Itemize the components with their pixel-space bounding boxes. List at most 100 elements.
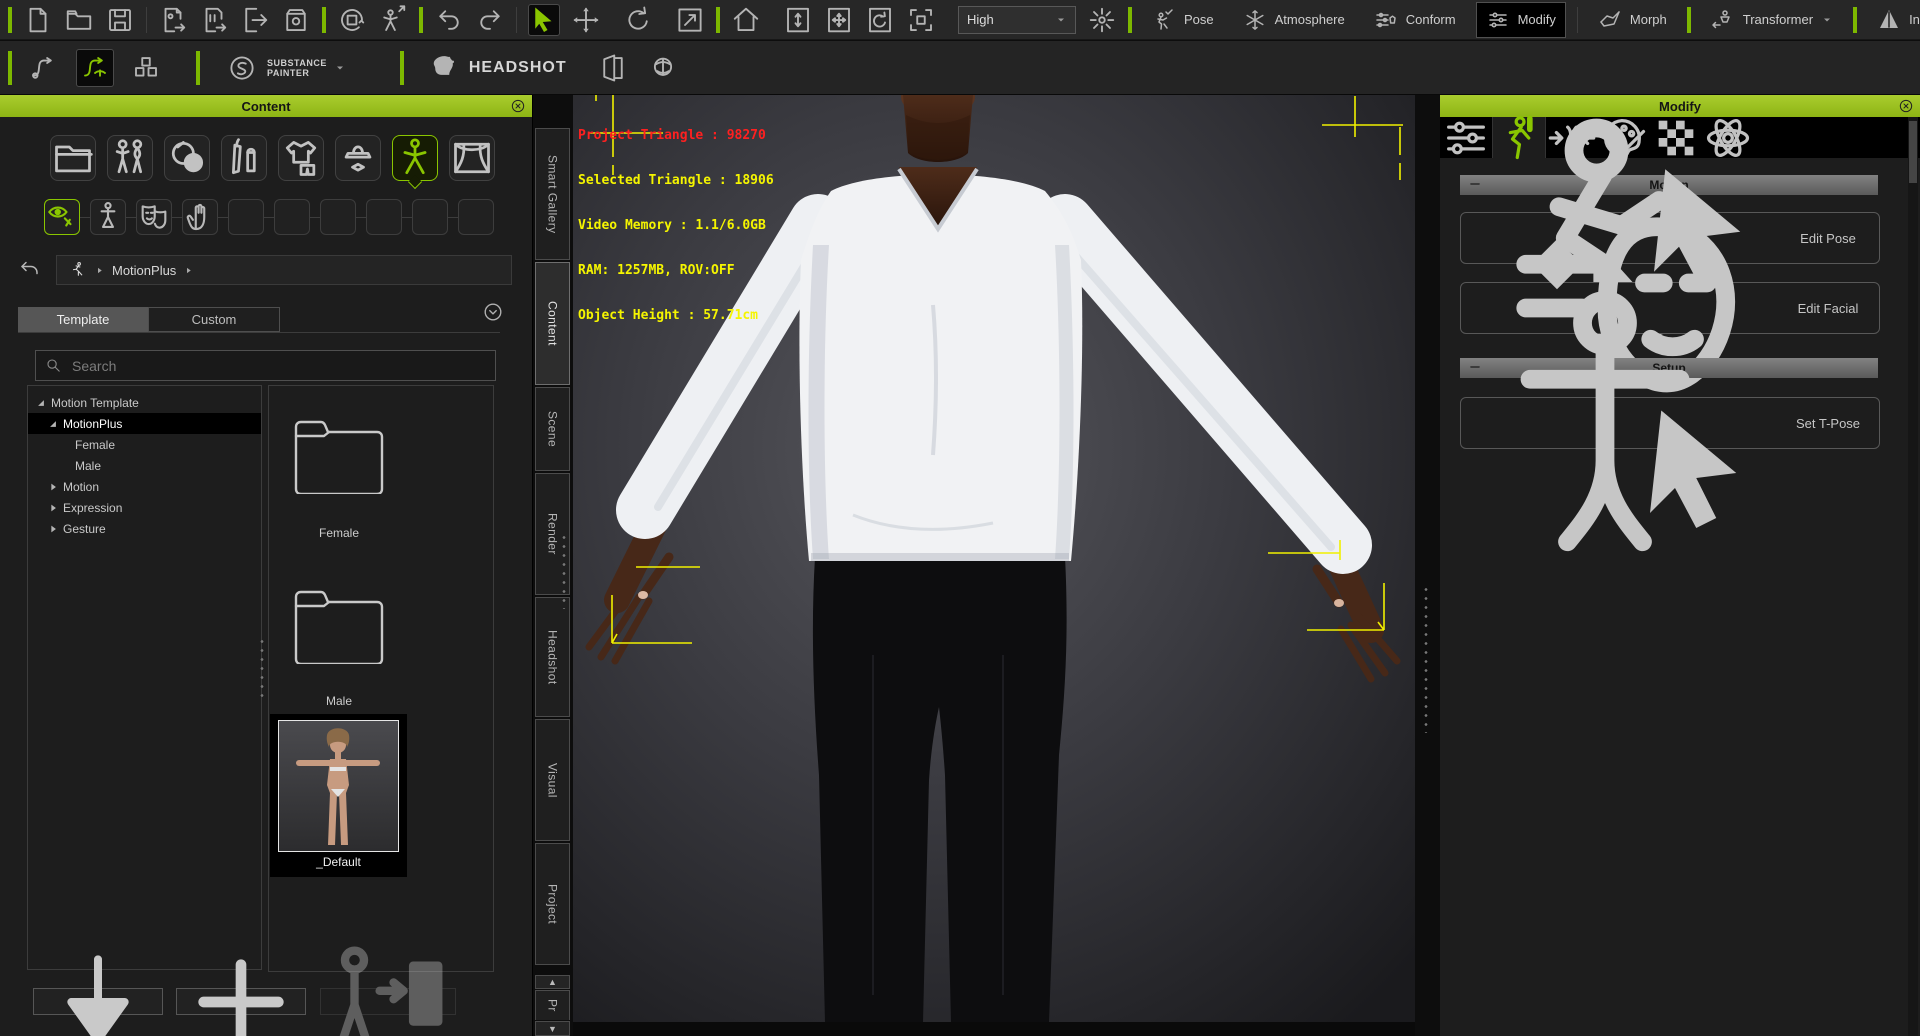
breadcrumb-path: MotionPlus: [112, 262, 177, 278]
expression-masks-icon[interactable]: [136, 199, 172, 235]
substance-painter-button[interactable]: SUBSTANCE PAINTER: [224, 50, 346, 86]
scale-tool-icon[interactable]: [675, 5, 705, 35]
export-icon[interactable]: [240, 5, 270, 35]
back-icon[interactable]: [18, 258, 42, 282]
folder-item-male[interactable]: [289, 584, 389, 669]
lod-cubes-icon[interactable]: [128, 50, 164, 86]
sidetab-project[interactable]: Project: [535, 843, 570, 965]
redo-icon[interactable]: [475, 5, 505, 35]
modify-scrollbar[interactable]: [1908, 117, 1918, 1036]
category-animation-icon[interactable]: [392, 135, 438, 181]
sidetab-scroll-up[interactable]: ▲: [535, 975, 570, 989]
head-morph-icon[interactable]: [645, 50, 681, 86]
frame-object-icon[interactable]: [906, 5, 936, 35]
collapse-chevron-icon[interactable]: [482, 301, 504, 323]
empty-slot: [320, 199, 356, 235]
expand-icon[interactable]: [48, 503, 58, 513]
breadcrumb[interactable]: MotionPlus: [56, 255, 512, 285]
link-transfer-icon[interactable]: [337, 5, 367, 35]
folder-label-male[interactable]: Male: [269, 694, 409, 708]
morph-mode-button[interactable]: Morph: [1589, 3, 1676, 37]
viewport-3d[interactable]: Project Triangle : 98270 Selected Triang…: [573, 95, 1415, 1022]
tree-item-male[interactable]: Male: [28, 455, 261, 476]
sidetab-partial[interactable]: Pr: [535, 990, 570, 1020]
sidetab-visual[interactable]: Visual: [535, 719, 570, 841]
category-cloth-icon[interactable]: [278, 135, 324, 181]
transformer-button[interactable]: Transformer: [1702, 3, 1842, 37]
folder-item-female[interactable]: [289, 414, 389, 499]
atmosphere-mode-button[interactable]: Atmosphere: [1234, 3, 1354, 37]
pose-skeleton-icon[interactable]: [90, 199, 126, 235]
tab-template[interactable]: Template: [18, 307, 148, 332]
sidetab-content[interactable]: Content: [535, 262, 570, 385]
sidetab-smart-gallery[interactable]: Smart Gallery: [535, 128, 570, 260]
category-folder-icon[interactable]: [50, 135, 96, 181]
tree-item-female[interactable]: Female: [28, 434, 261, 455]
search-input[interactable]: [70, 356, 486, 375]
mirror-panel-icon[interactable]: [595, 50, 631, 86]
category-stage-icon[interactable]: [449, 135, 495, 181]
sidetab-headshot[interactable]: Headshot: [535, 597, 570, 717]
expand-icon[interactable]: [48, 524, 58, 534]
instalod-icon: [1877, 8, 1901, 32]
headshot-button[interactable]: HEADSHOT: [426, 50, 567, 86]
rotate-tool-icon[interactable]: [623, 5, 653, 35]
pose-transfer-icon[interactable]: [378, 4, 408, 35]
undo-icon[interactable]: [434, 5, 464, 35]
motion-eye-icon[interactable]: [44, 199, 80, 235]
folder-label-female[interactable]: Female: [269, 526, 409, 540]
conform-mode-button[interactable]: Conform: [1365, 3, 1465, 37]
folder-icon: [294, 590, 384, 666]
pose-mode-button[interactable]: Pose: [1143, 3, 1223, 37]
add-content-button[interactable]: [176, 958, 306, 1036]
open-project-icon[interactable]: [64, 5, 94, 35]
content-panel-title: Content: [241, 98, 291, 114]
tree-item-motion-template[interactable]: Motion Template: [28, 392, 261, 413]
tree-splitter-handle[interactable]: [258, 637, 266, 703]
pan-view-icon[interactable]: [824, 5, 854, 35]
character-item-default[interactable]: _Default: [270, 714, 407, 877]
expand-icon[interactable]: [36, 398, 46, 408]
move-tool-icon[interactable]: [571, 5, 601, 35]
gesture-hand-icon[interactable]: [182, 199, 218, 235]
tab-custom[interactable]: Custom: [148, 307, 280, 332]
export-ic-icon[interactable]: [199, 5, 229, 35]
apply-to-button[interactable]: [320, 945, 456, 1036]
set-tpose-button[interactable]: Set T-Pose: [1460, 291, 1880, 552]
collapse-icon[interactable]: [1468, 177, 1482, 191]
modify-mode-button[interactable]: Modify: [1475, 1, 1566, 38]
stat-video-memory: Video Memory : 1.1/6.0GB: [578, 218, 766, 233]
close-icon[interactable]: [1898, 98, 1914, 114]
left-splitter-handle[interactable]: [560, 533, 568, 609]
close-icon[interactable]: [510, 98, 526, 114]
new-project-icon[interactable]: [23, 5, 53, 35]
spring-off-icon[interactable]: [26, 50, 62, 86]
expand-icon[interactable]: [48, 482, 58, 492]
category-accessory-icon[interactable]: [335, 135, 381, 181]
category-skin-icon[interactable]: [164, 135, 210, 181]
tree-item-motionplus[interactable]: MotionPlus: [28, 413, 261, 434]
tree-item-gesture[interactable]: Gesture: [28, 518, 261, 539]
quality-dropdown[interactable]: High: [958, 5, 1076, 34]
expand-icon[interactable]: [48, 419, 58, 429]
category-makeup-icon[interactable]: [221, 135, 267, 181]
scrollbar-thumb[interactable]: [1909, 121, 1917, 183]
select-tool-icon[interactable]: [528, 3, 560, 36]
tree-item-expression[interactable]: Expression: [28, 497, 261, 518]
preview-light-icon[interactable]: [1087, 5, 1117, 35]
right-splitter-handle[interactable]: [1422, 585, 1430, 733]
export-image-icon[interactable]: [158, 5, 188, 35]
instalod-button[interactable]: InstaLOD: [1868, 3, 1920, 37]
home-view-icon[interactable]: [731, 5, 761, 35]
category-actors-icon[interactable]: [107, 135, 153, 181]
spring-edit-icon[interactable]: [76, 48, 114, 87]
orbit-view-icon[interactable]: [865, 5, 895, 35]
tree-item-motion[interactable]: Motion: [28, 476, 261, 497]
sidetab-scene[interactable]: Scene: [535, 387, 570, 471]
download-button[interactable]: [33, 954, 163, 1036]
save-project-icon[interactable]: [105, 5, 135, 35]
zoom-extent-icon[interactable]: [783, 5, 813, 35]
pack-preview-icon[interactable]: [281, 5, 311, 35]
sidetab-scroll-down[interactable]: ▼: [535, 1021, 570, 1036]
stat-selected-triangle: Selected Triangle : 18906: [578, 173, 774, 188]
